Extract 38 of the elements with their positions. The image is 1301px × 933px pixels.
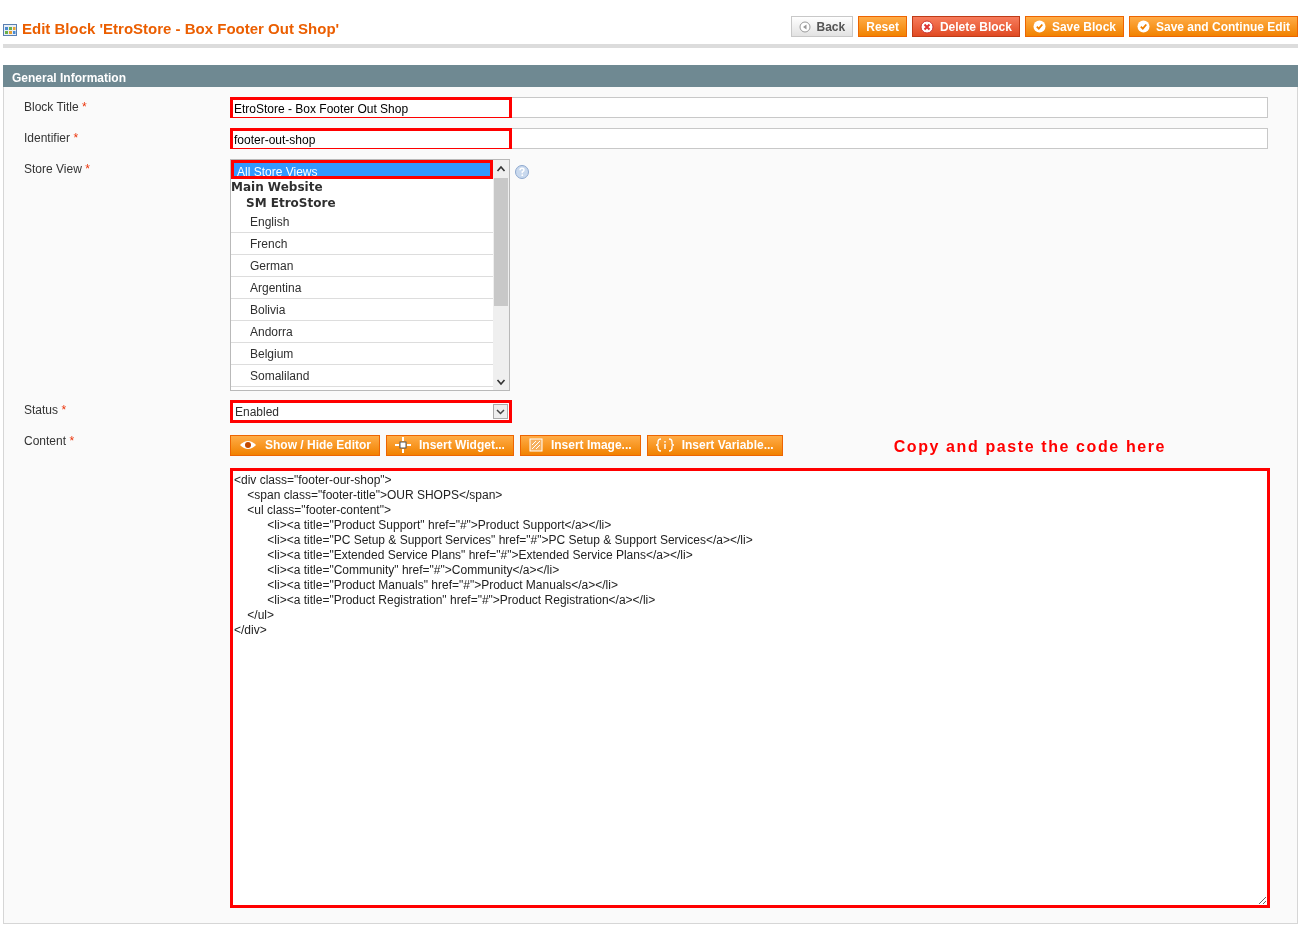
- braces-icon: [655, 438, 674, 452]
- field-label: Store View: [24, 162, 82, 176]
- section-header: General Information: [3, 65, 1298, 87]
- crosshair-icon: [395, 437, 411, 453]
- selected-value: Enabled: [235, 403, 281, 421]
- field-label: Identifier: [24, 131, 71, 145]
- checkmark-icon: [1137, 20, 1150, 33]
- required-asterisk: *: [85, 162, 90, 176]
- back-button[interactable]: Back: [790, 16, 854, 37]
- field-label: Status: [24, 403, 59, 417]
- image-icon: [528, 438, 543, 452]
- field-label: Content: [24, 434, 67, 448]
- list-option[interactable]: Andorra: [231, 321, 493, 343]
- list-option[interactable]: Belgium: [231, 343, 493, 365]
- field-label: Block Title: [24, 100, 79, 114]
- required-asterisk: *: [82, 100, 87, 114]
- scrollbar[interactable]: [493, 160, 509, 390]
- delete-x-icon: [919, 19, 934, 34]
- required-asterisk: *: [69, 434, 75, 448]
- option-group-label[interactable]: SM EtroStore: [231, 195, 493, 211]
- list-option[interactable]: Somaliland: [231, 365, 493, 387]
- required-asterisk: *: [73, 131, 79, 145]
- list-option[interactable]: Argentina: [231, 277, 493, 299]
- checkmark-icon: [1032, 20, 1046, 33]
- list-option[interactable]: Bolivia: [231, 299, 493, 321]
- code-editor[interactable]: <div class="footer-our-shop"> <span class="footer-title">OUR SHOPS</span> <ul class="footer-content"> <li><a title="Product Support" href="#">Product Support</a></li> <li><a title="PC Setup & Support Services" href="#">PC Setup & Support Services</a></li> <li><a title="Extended Service Plans" href="#">Extended Service Plans</a></li> <li><a title="Community" href="#">Community</a></li> <li><a title="Product Manuals" href="#">Product Manuals</a></li> <li><a title="Product Registration" href="#">Product Registration</a></li> </ul> </div>: [230, 468, 1270, 908]
- list-option[interactable]: French: [231, 233, 493, 255]
- instruction-note: Copy and paste the code here: [893, 437, 1167, 457]
- option-group-label[interactable]: Main Website: [231, 179, 493, 195]
- required-asterisk: *: [61, 403, 67, 417]
- store-view-list[interactable]: All Store Views Main Website SM EtroStore English French German Argentina Bolivia Andorra Belgium Somaliland: [230, 159, 510, 391]
- list-option[interactable]: English: [231, 211, 493, 233]
- eye-icon: [239, 439, 257, 451]
- page-title: Edit Block 'EtroStore - Box Footer Out Shop': [22, 19, 340, 40]
- grid-icon: [3, 23, 17, 36]
- status-dropdown[interactable]: Enabled: [230, 400, 512, 423]
- help-icon: [514, 164, 530, 180]
- list-option[interactable]: German: [231, 255, 493, 277]
